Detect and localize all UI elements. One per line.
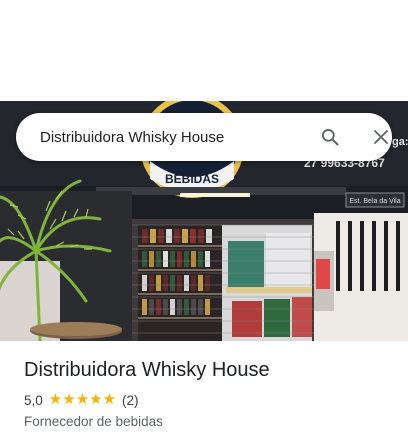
place-title: Distribuidora Whisky House: [24, 359, 270, 381]
close-icon[interactable]: [369, 125, 393, 149]
star-icon: ★: [62, 391, 76, 408]
small-sign: Est. Bela da Vila: [349, 198, 400, 205]
search-bar: [16, 113, 392, 161]
review-count[interactable]: (2): [122, 393, 139, 408]
star-icon: ★: [102, 391, 117, 408]
place-info: Distribuidora Whisky House 5,0 ★ ★ ★ ★ ★…: [24, 355, 394, 431]
sign-text: BEBIDAS: [165, 172, 219, 186]
search-input[interactable]: [40, 113, 290, 161]
star-icon: ★: [75, 391, 90, 408]
star-icon: ★: [48, 391, 63, 408]
star-rating: ★ ★ ★ ★ ★: [49, 391, 116, 409]
map-area-blank: [0, 0, 408, 101]
side-text: ga:: [392, 136, 408, 148]
rating-row[interactable]: 5,0 ★ ★ ★ ★ ★ (2): [24, 391, 394, 409]
rating-value: 5,0: [24, 392, 43, 408]
place-category: Fornecedor de bebidas: [24, 414, 163, 429]
search-icon[interactable]: [318, 125, 342, 149]
star-icon: ★: [89, 391, 103, 408]
